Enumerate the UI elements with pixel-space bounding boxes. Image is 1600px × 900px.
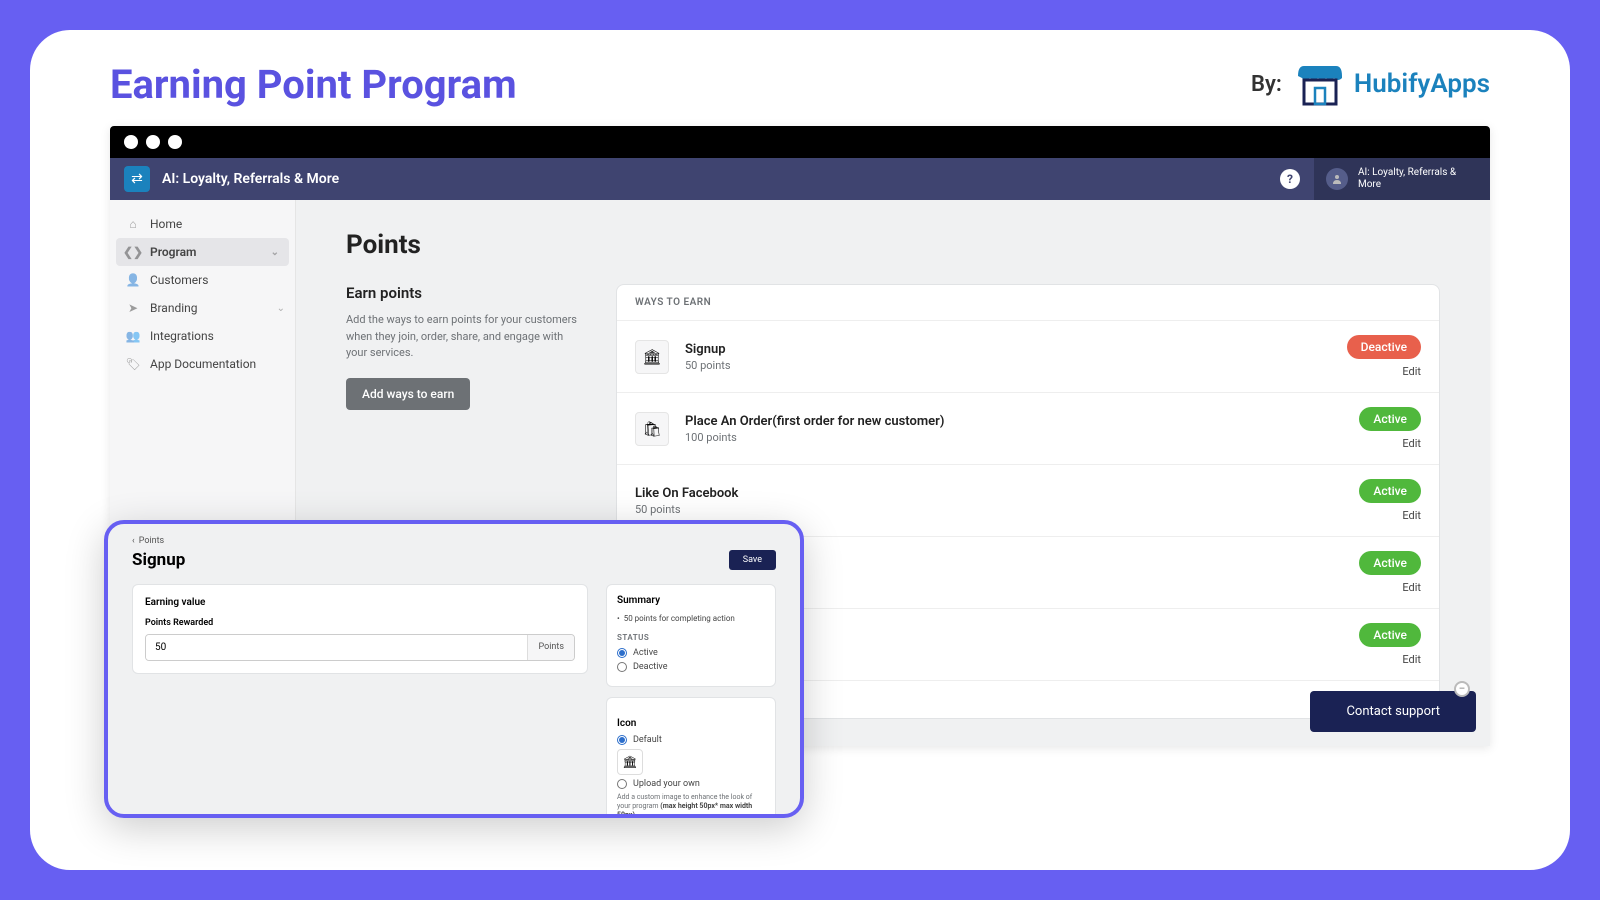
nav-integrations[interactable]: 👥 Integrations (110, 322, 295, 350)
app-logo-icon: ⇄ (124, 166, 150, 192)
chevron-down-icon: ⌄ (271, 247, 279, 258)
chevron-left-icon: ‹ (132, 536, 135, 546)
edit-link[interactable]: Edit (1359, 653, 1421, 666)
icon-help-text: Add a custom image to enhance the look o… (617, 793, 765, 818)
earn-title: Like On Facebook (635, 486, 1343, 501)
earn-title: Signup (685, 342, 1331, 357)
user-name: AI: Loyalty, Referrals & More (1358, 167, 1478, 191)
summary-bullet: •50 points for completing action (617, 614, 765, 623)
back-label: Points (139, 536, 165, 546)
window-title-bar (110, 126, 1490, 158)
contact-label: Contact support (1346, 704, 1440, 719)
icon-upload-radio[interactable]: Upload your own (617, 779, 765, 789)
edit-link[interactable]: Edit (1359, 581, 1421, 594)
status-badge: Deactive (1347, 335, 1421, 359)
home-icon: ⌂ (126, 217, 140, 231)
page-title: Points (346, 230, 1440, 260)
earn-row-order[interactable]: 🛍 Place An Order(first order for new cus… (617, 392, 1439, 464)
status-active-radio[interactable]: Active (617, 648, 765, 658)
earn-points: 100 points (685, 431, 1343, 444)
user-menu[interactable]: AI: Loyalty, Referrals & More (1314, 158, 1490, 200)
edit-link[interactable]: Edit (1359, 437, 1421, 450)
window-dot (146, 135, 160, 149)
bag-icon: 🛍 (635, 412, 669, 446)
earn-description: Add the ways to earn points for your cus… (346, 312, 586, 362)
chevron-down-icon: ⌄ (277, 303, 285, 314)
nav-docs[interactable]: 🏷 App Documentation (110, 350, 295, 378)
earn-heading: Earn points (346, 284, 586, 302)
app-title: AI: Loyalty, Referrals & More (162, 171, 1268, 187)
icon-preview: 🏛 (617, 749, 643, 775)
summary-heading: Summary (617, 595, 765, 606)
contact-support-button[interactable]: – Contact support (1310, 691, 1476, 732)
nav-label: Customers (150, 273, 208, 287)
detail-title: Signup (132, 550, 185, 570)
by-label: By: (1251, 72, 1282, 97)
icon-default-radio[interactable]: Default (617, 735, 765, 745)
status-heading: STATUS (617, 633, 765, 642)
code-icon: ❮❯ (126, 245, 140, 259)
brand-text: HubifyApps (1354, 69, 1490, 99)
points-input[interactable] (146, 635, 527, 660)
nav-home[interactable]: ⌂ Home (110, 210, 295, 238)
earning-value-label: Earning value (145, 597, 575, 608)
save-button[interactable]: Save (729, 550, 776, 570)
status-badge: Active (1359, 623, 1421, 647)
nav-program[interactable]: ❮❯ Program ⌄ (116, 238, 289, 266)
minimize-icon: – (1454, 681, 1470, 697)
window-dot (124, 135, 138, 149)
nav-customers[interactable]: 👤 Customers (110, 266, 295, 294)
points-rewarded-label: Points Rewarded (145, 618, 575, 628)
tag-icon: 🏷 (126, 357, 140, 371)
earn-row-signup[interactable]: 🏛 Signup 50 points Deactive Edit (617, 320, 1439, 392)
storefront-icon: 🏛 (635, 340, 669, 374)
nav-label: Integrations (150, 329, 214, 343)
slide-title: Earning Point Program (110, 61, 517, 108)
status-badge: Active (1359, 407, 1421, 431)
nav-branding[interactable]: ➤ Branding ⌄ (110, 294, 295, 322)
storefront-icon (1294, 60, 1346, 108)
edit-link[interactable]: Edit (1359, 509, 1421, 522)
nav-label: Branding (150, 301, 198, 315)
avatar-icon (1326, 168, 1348, 190)
send-icon: ➤ (126, 301, 140, 315)
status-badge: Active (1359, 479, 1421, 503)
signup-detail-panel: ‹ Points Signup Save Earning value Point… (104, 520, 804, 818)
panel-heading: WAYS TO EARN (617, 285, 1439, 320)
points-suffix: Points (527, 635, 574, 660)
help-icon[interactable]: ? (1280, 169, 1300, 189)
earn-points: 50 points (685, 359, 1331, 372)
nav-label: App Documentation (150, 357, 256, 371)
status-badge: Active (1359, 551, 1421, 575)
add-ways-button[interactable]: Add ways to earn (346, 378, 470, 410)
edit-link[interactable]: Edit (1347, 365, 1421, 378)
brand-byline: By: HubifyApps (1251, 60, 1490, 108)
earn-title: Place An Order(first order for new custo… (685, 414, 1343, 429)
people-icon: 👥 (126, 329, 140, 343)
back-link[interactable]: ‹ Points (132, 536, 776, 546)
brand-logo: HubifyApps (1294, 60, 1490, 108)
user-icon: 👤 (126, 273, 140, 287)
nav-label: Home (150, 217, 182, 231)
earn-points: 50 points (635, 503, 1343, 516)
status-deactive-radio[interactable]: Deactive (617, 662, 765, 672)
window-dot (168, 135, 182, 149)
nav-label: Program (150, 245, 196, 259)
icon-heading: Icon (617, 718, 765, 729)
